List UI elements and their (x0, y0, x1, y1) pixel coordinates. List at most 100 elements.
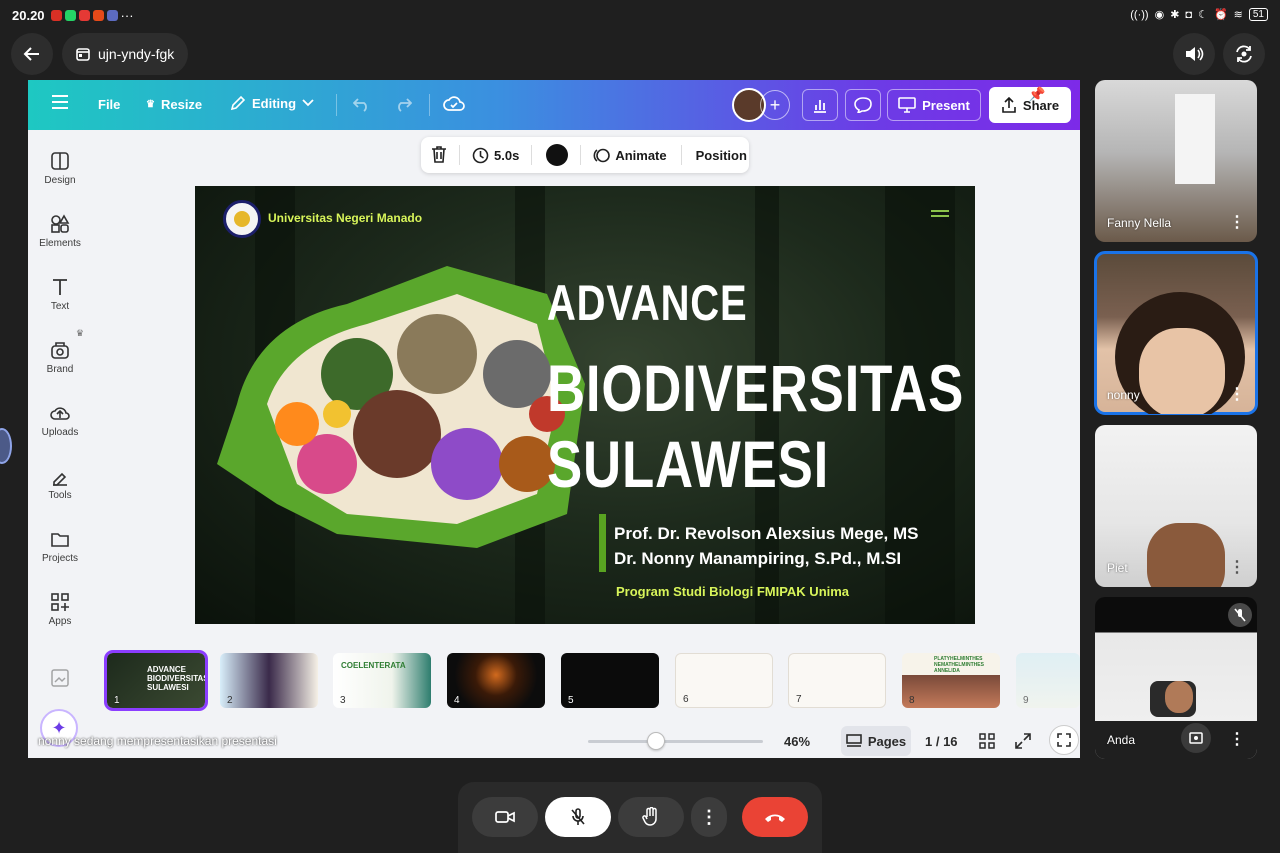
add-collaborator-button[interactable]: + (760, 90, 790, 120)
study-program: Program Studi Biologi FMIPAK Unima (616, 584, 850, 599)
thumbnail-caption: COELENTERATA (341, 661, 406, 670)
upload-icon (1002, 97, 1016, 113)
sidebar-item-tools[interactable]: Tools (28, 466, 92, 501)
sidebar-item-label: Uploads (41, 427, 79, 438)
pages-label: Pages (867, 733, 907, 749)
more-options-icon[interactable]: ⋮ (1229, 384, 1245, 404)
meeting-info-chip[interactable]: ujn-yndy-fgk (62, 33, 189, 75)
menu-icon[interactable] (52, 95, 68, 114)
battery-icon: 51 (1248, 8, 1268, 21)
thumbnail-number: 1 (114, 695, 120, 706)
thumbnail-page[interactable]: 6 (675, 653, 773, 708)
switch-camera-button[interactable] (1223, 33, 1265, 75)
comments-button[interactable] (845, 89, 881, 121)
thumbnail-page[interactable]: 7 (788, 653, 886, 708)
sidebar-item-text[interactable]: Text (28, 277, 92, 312)
position-button[interactable]: Position (696, 148, 747, 163)
editing-label: Editing (252, 95, 297, 111)
animate-button[interactable]: Animate (593, 147, 667, 164)
participant-name: Fanny Nella (1107, 216, 1172, 230)
divider (531, 145, 533, 165)
fullscreen-button[interactable] (1049, 725, 1079, 755)
whatsapp-notification-icon (64, 9, 76, 21)
sidebar-item-uploads[interactable]: Uploads (28, 403, 92, 438)
call-controls: ⋮ (458, 782, 822, 853)
app-notification-icon (106, 9, 118, 21)
undo-icon[interactable] (352, 96, 371, 117)
thumbnail-page[interactable]: 5 (561, 653, 659, 708)
slide-canvas[interactable]: Universitas Negeri Manado ADVANCE BIODIV… (195, 186, 975, 624)
redo-icon[interactable] (394, 96, 413, 117)
insights-button[interactable] (802, 89, 838, 121)
divider (429, 94, 430, 116)
more-options-icon[interactable]: ⋮ (1229, 212, 1245, 232)
page-counter[interactable]: 1 / 16 (925, 734, 958, 749)
sidebar-item-label: Text (50, 301, 70, 312)
file-menu[interactable]: File (98, 97, 120, 112)
thumbnail-page[interactable]: COELENTERATA 3 (333, 653, 431, 708)
duration-value: 5.0s (494, 147, 520, 163)
effects-icon (1189, 732, 1203, 744)
cloud-saved-icon[interactable] (443, 95, 465, 118)
sidebar-item-label: Tools (48, 490, 72, 501)
animate-label: Animate (615, 147, 667, 163)
comment-icon (854, 97, 872, 113)
participant-tile[interactable]: Fanny Nella ⋮ (1095, 80, 1257, 242)
animal-collage-image (217, 266, 585, 548)
participant-tile[interactable]: Piet ⋮ (1095, 425, 1257, 587)
participant-tile[interactable]: nonny ⋮ (1094, 251, 1258, 415)
participant-tile[interactable]: Anda ⋮ (1095, 597, 1257, 759)
speaker-button[interactable] (1173, 33, 1215, 75)
expand-icon[interactable] (1015, 733, 1031, 754)
participant-name: Piet (1107, 561, 1128, 575)
zoom-slider-track[interactable] (588, 740, 763, 743)
pin-icon[interactable]: 📌 (1028, 86, 1045, 103)
sidebar-item-design[interactable]: Design (28, 151, 92, 186)
thumbnail-page[interactable]: ADVANCE BIODIVERSITAS SULAWESI 1 (104, 650, 208, 711)
thumbnail-page[interactable]: 9 (1016, 653, 1080, 708)
editing-dropdown[interactable]: Editing (230, 95, 314, 111)
mic-toggle-button[interactable] (545, 797, 611, 837)
thumbnail-page[interactable]: 4 (447, 653, 545, 708)
chevron-down-icon (302, 99, 314, 107)
thumbnail-page[interactable]: 2 (220, 653, 318, 708)
effects-button[interactable] (1181, 723, 1211, 753)
floating-bubble[interactable] (0, 428, 12, 464)
raise-hand-button[interactable] (618, 797, 684, 837)
switch-camera-icon (1236, 45, 1252, 63)
mic-off-icon (1234, 608, 1246, 622)
sidebar-item-projects[interactable]: Projects (28, 529, 92, 564)
camera-toggle-button[interactable] (472, 797, 538, 837)
thumbnail-page[interactable]: PLATYHELMINTHES NEMATHELMINTHES ANNELIDA… (902, 653, 1000, 708)
clock-icon (472, 147, 489, 163)
pencil-icon (230, 95, 246, 111)
clock: 20.20 (12, 7, 45, 23)
page-thumbnails: ADVANCE BIODIVERSITAS SULAWESI 1 2 COELE… (28, 650, 1080, 711)
more-options-icon[interactable]: ⋮ (1229, 729, 1245, 749)
trash-icon[interactable] (431, 145, 447, 166)
participant-face (1139, 328, 1225, 414)
sidebar-item-label: Projects (41, 553, 79, 564)
more-options-button[interactable]: ⋮ (691, 797, 727, 837)
resize-button[interactable]: ♛ Resize (146, 97, 202, 112)
crown-icon: ♛ (75, 328, 84, 338)
more-options-icon[interactable]: ⋮ (1229, 557, 1245, 577)
color-swatch[interactable] (546, 144, 569, 166)
zoom-percent[interactable]: 46% (784, 734, 810, 749)
duration-button[interactable]: 5.0s (472, 147, 519, 164)
calendar-icon (76, 48, 90, 61)
present-button[interactable]: Present (887, 89, 981, 121)
plus-icon: + (769, 94, 781, 115)
zoom-slider-knob[interactable] (647, 732, 665, 750)
sidebar-item-elements[interactable]: Elements (28, 214, 92, 249)
fullscreen-icon (1057, 733, 1071, 747)
sidebar-item-apps[interactable]: Apps (28, 592, 92, 627)
sidebar-item-brand[interactable]: Brand ♛ (28, 328, 92, 375)
back-button[interactable] (11, 33, 53, 75)
grid-view-icon[interactable] (979, 733, 995, 754)
meeting-code: ujn-yndy-fgk (98, 46, 175, 62)
slide-title-line-1: ADVANCE (547, 275, 748, 331)
end-call-button[interactable] (742, 797, 808, 837)
pages-button[interactable]: Pages (841, 726, 911, 756)
thumbnail-number: 2 (227, 695, 233, 706)
